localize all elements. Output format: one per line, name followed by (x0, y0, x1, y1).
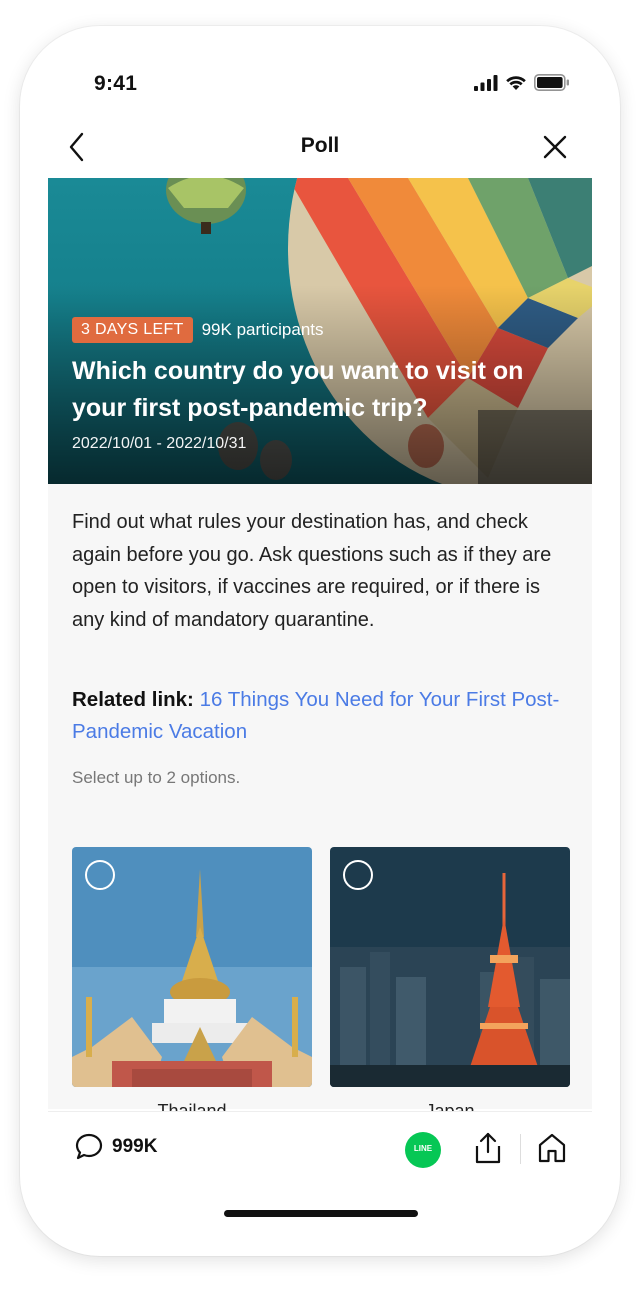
option-image[interactable] (72, 847, 312, 1087)
screen: 9:41 Poll 3 DAYS LEFT 99K participants W… (48, 26, 592, 1256)
comment-count: 999K (112, 1136, 158, 1157)
poll-content: Find out what rules your destination has… (48, 484, 592, 1121)
poll-title: Which country do you want to visit on yo… (72, 357, 524, 422)
participants-count: 99K participants (201, 320, 324, 339)
battery-icon (534, 74, 569, 91)
home-indicator[interactable] (224, 1210, 418, 1217)
phone-frame: 9:41 Poll 3 DAYS LEFT 99K participants W… (20, 26, 620, 1256)
share-icon[interactable] (472, 1130, 504, 1166)
line-share-button[interactable]: LINE (405, 1132, 441, 1168)
status-bar: 9:41 (48, 70, 592, 100)
select-hint: Select up to 2 options. (72, 768, 241, 787)
option-radio[interactable] (85, 860, 115, 890)
option-image[interactable] (330, 847, 570, 1087)
signal-icon (474, 74, 498, 91)
bottom-toolbar: 999K LINE (48, 1111, 592, 1181)
related-link-row: Related link: 16 Things You Need for You… (72, 684, 572, 748)
hero-content: 3 DAYS LEFT 99K participants Which count… (72, 317, 562, 453)
status-icons (474, 74, 570, 91)
status-time: 9:41 (94, 72, 138, 95)
related-link-label: Related link: (72, 688, 194, 711)
days-left-badge: 3 DAYS LEFT (72, 317, 193, 343)
option-card-thailand[interactable]: Thailand (72, 847, 312, 1122)
comment-icon (75, 1133, 103, 1160)
line-logo-label: LINE (413, 1144, 433, 1153)
toolbar-divider (520, 1134, 521, 1164)
home-icon[interactable] (536, 1131, 568, 1165)
badge-row: 3 DAYS LEFT 99K participants (72, 317, 562, 343)
poll-description: Find out what rules your destination has… (72, 511, 552, 631)
poll-dates: 2022/10/01 - 2022/10/31 (72, 435, 247, 452)
comments-button[interactable]: 999K (74, 1132, 157, 1162)
nav-bar: Poll (48, 122, 592, 174)
wifi-icon (506, 75, 526, 90)
page-title: Poll (300, 134, 340, 157)
close-icon[interactable] (540, 132, 570, 162)
hero-banner: 3 DAYS LEFT 99K participants Which count… (48, 178, 592, 484)
option-card-japan[interactable]: Japan (330, 847, 570, 1122)
option-radio[interactable] (343, 860, 373, 890)
